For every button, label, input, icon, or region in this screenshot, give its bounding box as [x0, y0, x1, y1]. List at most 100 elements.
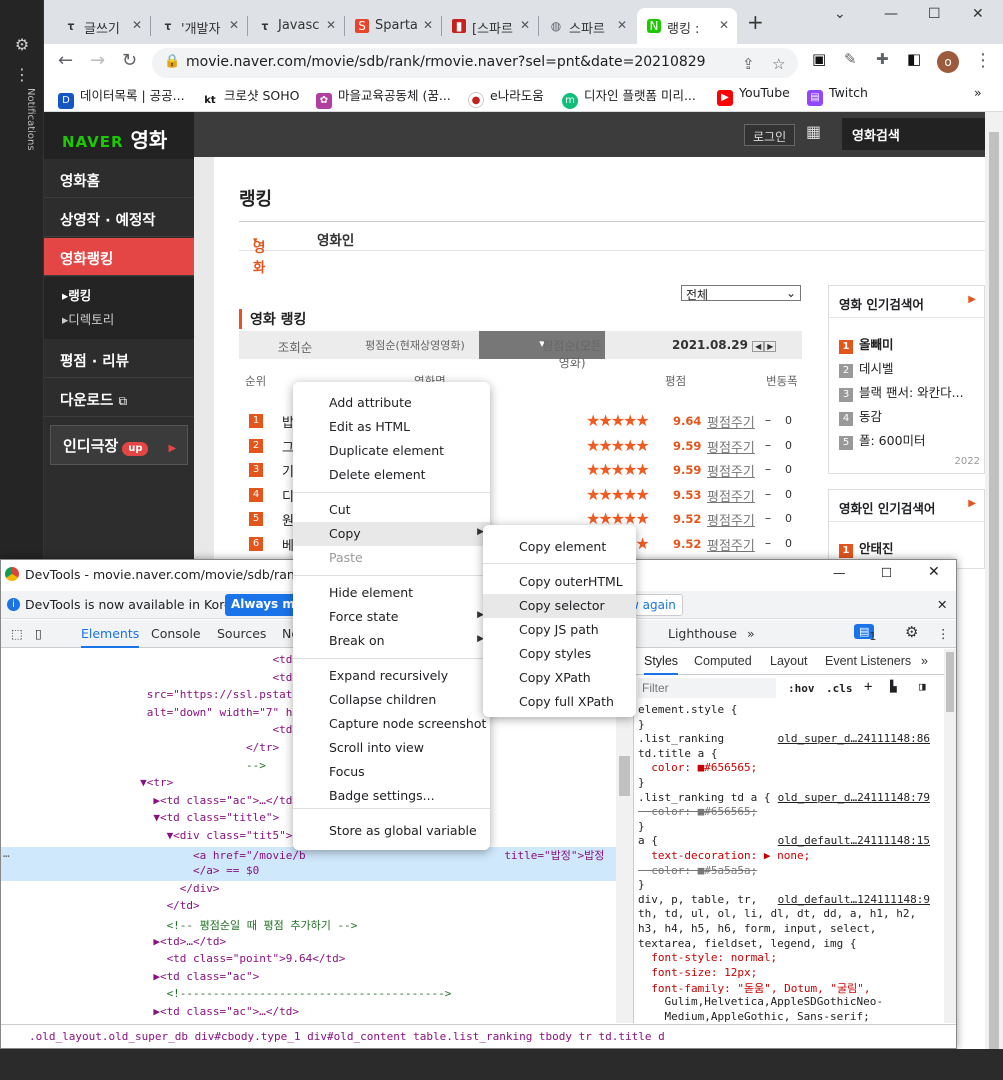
- style-line[interactable]: }: [638, 718, 645, 731]
- style-line[interactable]: text-decoration: ▶ none;: [638, 849, 810, 862]
- bookmark-item[interactable]: m 디자인 플랫폼 미리...: [562, 85, 696, 109]
- movie-search-input[interactable]: 영화검색: [842, 118, 992, 150]
- popular-movie-item[interactable]: 4 동감: [829, 402, 984, 426]
- new-tab-button[interactable]: +: [747, 10, 764, 34]
- style-source-link[interactable]: old_super_d…24111148:86: [778, 732, 930, 745]
- popular-movie-item[interactable]: 3 블랙 팬서: 와칸다...: [829, 378, 984, 402]
- close-window-button[interactable]: ✕: [928, 564, 940, 580]
- close-icon[interactable]: ✕: [617, 18, 627, 32]
- maximize-button[interactable]: ☐: [881, 565, 892, 580]
- sidebar-item-home[interactable]: 영화홈: [44, 160, 194, 198]
- close-icon[interactable]: ✕: [132, 18, 142, 32]
- sidebar-item-download[interactable]: 다운로드 ⧉: [44, 379, 194, 417]
- apps-grid-icon[interactable]: ▦: [806, 122, 821, 141]
- style-line[interactable]: td.title a {: [638, 747, 717, 760]
- menu-item-copy-full-xpath[interactable]: Copy full XPath: [483, 690, 636, 714]
- dom-node[interactable]: ▶<td class="ac">: [1, 970, 616, 987]
- inspect-icon[interactable]: ⬚: [11, 626, 23, 641]
- new-rule-icon[interactable]: +: [864, 679, 872, 695]
- menu-item-delete-element[interactable]: Delete element: [293, 463, 490, 487]
- rate-link[interactable]: 평점주기: [707, 437, 755, 456]
- popular-people-title[interactable]: 영화인 인기검색어 ▶: [829, 490, 984, 522]
- menu-item-break-on[interactable]: Break on ▶: [293, 629, 490, 653]
- genre-select[interactable]: 전체 ⌄: [681, 285, 801, 302]
- sidebar-item-ranking[interactable]: 영화랭킹: [44, 238, 194, 276]
- menu-item-copy-js-path[interactable]: Copy JS path: [483, 618, 636, 642]
- login-button[interactable]: 로그인: [744, 124, 796, 146]
- close-icon[interactable]: ✕: [520, 18, 530, 32]
- close-icon[interactable]: ✕: [937, 597, 947, 612]
- sort-tab-all[interactable]: 평점순(모든영화) ▾: [479, 331, 605, 370]
- bookmarks-overflow-icon[interactable]: »: [974, 85, 982, 100]
- menu-item-cut[interactable]: Cut: [293, 498, 490, 522]
- rate-link[interactable]: 평점주기: [707, 486, 755, 505]
- popular-movie-item[interactable]: 5 폴: 600미터: [829, 426, 984, 450]
- rate-link[interactable]: 평점주기: [707, 412, 755, 431]
- menu-item-scroll-into-view[interactable]: Scroll into view: [293, 736, 490, 760]
- menu-item-copy-element[interactable]: Copy element: [483, 535, 636, 559]
- style-rules[interactable]: element.style {} .list_ranking old_super_d…: [634, 703, 944, 1023]
- menu-item-expand-recursively[interactable]: Expand recursively: [293, 664, 490, 688]
- style-line[interactable]: font-family: "돋움", Dotum, "굴림",: [638, 980, 870, 996]
- menu-item-copy-outerhtml[interactable]: Copy outerHTML: [483, 570, 636, 594]
- profile-avatar[interactable]: o: [937, 51, 959, 73]
- subtab-people[interactable]: 영화인: [317, 229, 354, 249]
- style-line[interactable]: a {: [638, 834, 658, 847]
- dom-node[interactable]: <td class="point">9.64</td>: [1, 952, 616, 969]
- tab-lighthouse[interactable]: Lighthouse: [668, 626, 737, 641]
- menu-item-copy-styles[interactable]: Copy styles: [483, 642, 636, 666]
- paint-icon[interactable]: ▙: [890, 680, 897, 693]
- style-line[interactable]: Gulim,Helvetica,AppleSDGothicNeo-: [638, 995, 883, 1008]
- menu-item-duplicate-element[interactable]: Duplicate element: [293, 439, 490, 463]
- settings-icon[interactable]: ⚙: [0, 30, 44, 60]
- menu-item-collapse-children[interactable]: Collapse children: [293, 688, 490, 712]
- styles-filter-input[interactable]: Filter: [638, 678, 776, 698]
- sidebar-sub-directory[interactable]: ▸디렉토리: [62, 309, 194, 333]
- tab-5[interactable]: ▮ [스파르 ✕: [442, 8, 538, 44]
- node-actions-icon[interactable]: …: [3, 847, 10, 860]
- menu-icon[interactable]: ⋮: [974, 50, 992, 71]
- indie-theater-button[interactable]: 인디극장 up ▶: [50, 425, 188, 465]
- style-line[interactable]: }: [638, 776, 645, 789]
- popular-movie-item[interactable]: 2 데시벨: [829, 354, 984, 378]
- address-bar[interactable]: 🔒 movie.naver.com/movie/sdb/rank/rmovie.…: [152, 48, 798, 78]
- tab-console[interactable]: Console: [151, 626, 201, 641]
- menu-item-capture-node-screenshot[interactable]: Capture node screenshot: [293, 712, 490, 736]
- rate-link[interactable]: 평점주기: [707, 461, 755, 480]
- tab-6[interactable]: ◍ 스파르 ✕: [539, 8, 635, 44]
- tab-search-icon[interactable]: ⌄: [834, 6, 846, 22]
- device-toggle-icon[interactable]: ▯: [35, 626, 42, 641]
- share-icon[interactable]: ⇪: [742, 55, 755, 73]
- style-line[interactable]: div, p, table, tr,: [638, 893, 757, 906]
- naver-movie-logo[interactable]: NAVER 영화: [44, 112, 194, 159]
- maximize-button[interactable]: ☐: [928, 6, 941, 22]
- close-icon[interactable]: ✕: [229, 18, 239, 32]
- issues-badge[interactable]: ▤ 1: [854, 624, 876, 643]
- menu-item-add-attribute[interactable]: Add attribute: [293, 391, 490, 415]
- extension-qr-icon[interactable]: ▣: [812, 50, 826, 68]
- tab-elements[interactable]: Elements: [81, 626, 140, 648]
- style-line[interactable]: font-style: normal;: [638, 951, 777, 964]
- extensions-icon[interactable]: ✚: [876, 50, 889, 68]
- sidebar-sub-ranking[interactable]: ▸랭킹: [62, 285, 194, 309]
- bookmark-item[interactable]: ✿ 마을교육공동체 (꿈...: [316, 85, 451, 109]
- style-line[interactable]: color: ■#5a5a5a;: [638, 864, 757, 877]
- more-tabs-icon[interactable]: »: [747, 626, 755, 641]
- sort-tab-views[interactable]: 조회순: [239, 337, 351, 356]
- back-icon[interactable]: ←: [58, 50, 73, 71]
- style-line[interactable]: h3, h4, h5, h6, form, input, select,: [638, 922, 876, 935]
- close-window-button[interactable]: ✕: [972, 6, 984, 22]
- forward-icon[interactable]: →: [90, 50, 105, 71]
- style-line[interactable]: .list_ranking: [638, 732, 724, 745]
- bookmark-star-icon[interactable]: ☆: [772, 55, 785, 73]
- prev-date-button[interactable]: ◀: [752, 341, 765, 352]
- menu-item-copy-xpath[interactable]: Copy XPath: [483, 666, 636, 690]
- dom-node[interactable]: </td>: [1, 899, 616, 916]
- eyedropper-icon[interactable]: ✎: [844, 50, 857, 68]
- menu-item-badge-settings[interactable]: Badge settings...: [293, 784, 490, 808]
- lock-icon[interactable]: 🔒: [164, 54, 180, 69]
- menu-item-edit-as-html[interactable]: Edit as HTML: [293, 415, 490, 439]
- tab-layout[interactable]: Layout: [770, 654, 808, 668]
- tab-3[interactable]: 𝛕 Javasc ✕: [248, 8, 344, 44]
- dom-node[interactable]: </div>: [1, 882, 616, 899]
